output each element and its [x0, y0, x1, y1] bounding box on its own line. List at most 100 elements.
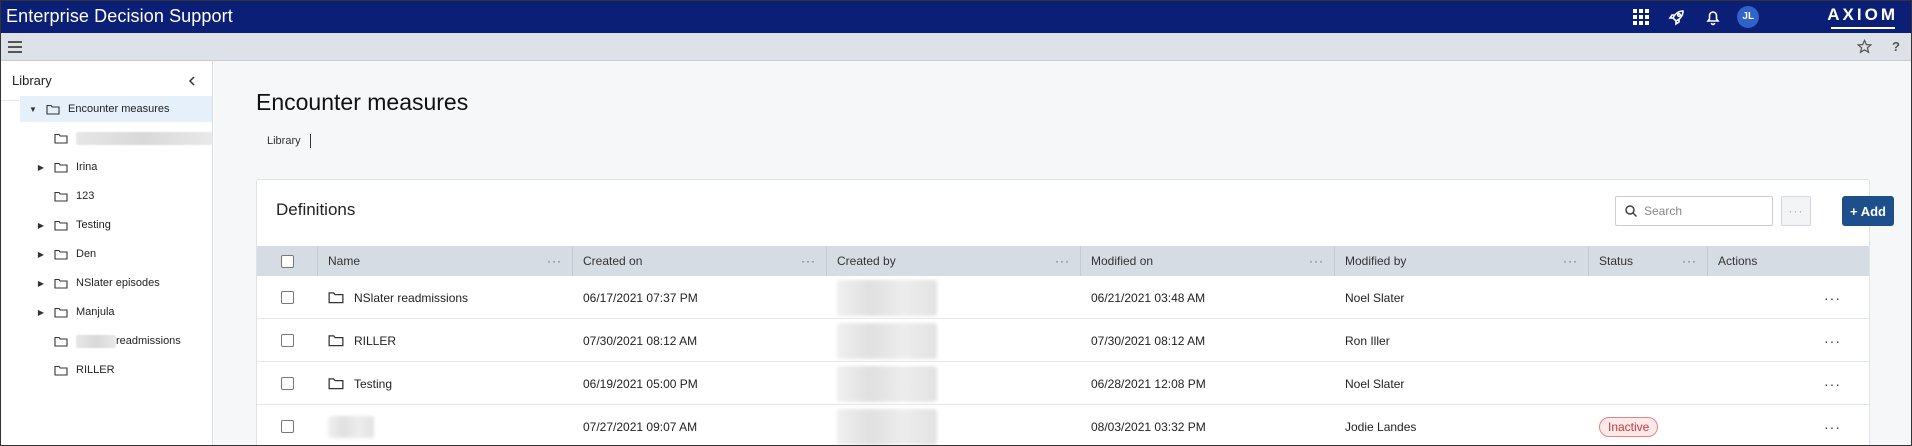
apps-grid-icon[interactable]	[1623, 0, 1659, 33]
table-row[interactable]: 07/27/2021 09:07 AM 08/03/2021 03:32 PM Jo…	[257, 405, 1869, 446]
status-cell	[1589, 319, 1708, 362]
status-cell: Inactive	[1589, 405, 1708, 446]
hamburger-menu-icon[interactable]	[0, 33, 30, 61]
column-header-created-on[interactable]: Created on ···	[573, 246, 827, 276]
folder-icon	[328, 334, 344, 347]
rocket-icon[interactable]	[1659, 0, 1695, 33]
row-checkbox[interactable]	[281, 291, 294, 304]
caret-right-icon[interactable]: ▶	[36, 221, 46, 230]
column-header-modified-on[interactable]: Modified on ···	[1081, 246, 1335, 276]
caret-down-icon[interactable]: ▼	[28, 105, 38, 114]
user-avatar[interactable]: JL	[1737, 5, 1760, 28]
row-name[interactable]: Testing	[354, 377, 392, 391]
table-header: Name ··· Created on ··· Created by ··· Modi…	[257, 246, 1869, 276]
brand-logo: AXIOM	[1767, 5, 1912, 29]
row-actions-menu-icon[interactable]: ···	[1824, 376, 1841, 392]
breadcrumb-library[interactable]: Library	[267, 135, 301, 147]
caret-right-icon[interactable]: ▶	[36, 250, 46, 259]
column-header-name[interactable]: Name ···	[318, 246, 573, 276]
row-checkbox[interactable]	[281, 377, 294, 390]
breadcrumb: Library	[267, 134, 311, 148]
created-on-cell: 06/17/2021 07:37 PM	[583, 290, 698, 305]
row-checkbox[interactable]	[281, 334, 294, 347]
sidebar-item-label: Den	[76, 248, 97, 260]
app-header: Enterprise Decision Support JL AXIOM	[0, 0, 1912, 33]
actions-cell: ···	[1708, 276, 1869, 319]
row-name[interactable]: RILLER	[354, 334, 396, 348]
bell-icon[interactable]	[1695, 0, 1731, 33]
folder-icon	[54, 133, 68, 144]
column-header-created-by[interactable]: Created by ···	[827, 246, 1081, 276]
name-cell[interactable]: RILLER	[318, 319, 573, 362]
sidebar-title: Library	[12, 73, 52, 88]
sidebar-item[interactable]: ▼ Encounter measures	[20, 96, 212, 122]
sidebar-item-label: Manjula	[76, 306, 115, 318]
row-actions-menu-icon[interactable]: ···	[1824, 419, 1841, 435]
row-actions-menu-icon[interactable]: ···	[1824, 290, 1841, 306]
column-menu-icon[interactable]: ···	[1682, 254, 1697, 268]
name-cell[interactable]: Testing	[318, 362, 573, 405]
sidebar-item[interactable]: ▶ Testing	[0, 212, 212, 238]
status-cell	[1589, 362, 1708, 405]
column-header-actions: Actions	[1718, 254, 1758, 268]
sidebar-item[interactable]: ▶ Den	[0, 241, 212, 267]
table-row[interactable]: RILLER 07/30/2021 08:12 AM 07/30/2021 08:1…	[257, 319, 1869, 362]
folder-icon	[54, 365, 68, 376]
row-select-cell	[257, 319, 318, 362]
more-options-button[interactable]: ···	[1781, 196, 1811, 226]
column-header-status[interactable]: Status ···	[1589, 246, 1708, 276]
star-icon[interactable]	[1848, 33, 1880, 61]
app-title: Enterprise Decision Support	[6, 6, 233, 26]
sidebar-item[interactable]: RILLER	[0, 357, 212, 383]
actions-cell: ···	[1708, 319, 1869, 362]
sidebar-item-label: readmissions	[116, 335, 181, 347]
folder-icon	[46, 104, 60, 115]
column-menu-icon[interactable]: ···	[1563, 254, 1578, 268]
sidebar-item-label: 123	[76, 190, 95, 202]
redacted-name	[328, 415, 374, 438]
modified-on-cell: 06/21/2021 03:48 AM	[1091, 290, 1206, 305]
sidebar-item[interactable]: 123	[0, 183, 212, 209]
sidebar-item[interactable]: ▶ Irina	[0, 154, 212, 180]
created-on-cell: 06/19/2021 05:00 PM	[583, 376, 698, 391]
column-header-modified-by[interactable]: Modified by ···	[1335, 246, 1589, 276]
collapse-sidebar-icon[interactable]	[184, 73, 200, 89]
sidebar-item-label: Irina	[76, 161, 98, 173]
sidebar-item[interactable]: ▶ NSlater episodes	[0, 270, 212, 296]
column-menu-icon[interactable]: ···	[801, 254, 816, 268]
row-select-cell	[257, 405, 318, 446]
name-cell[interactable]: NSlater readmissions	[318, 276, 573, 319]
table-row[interactable]: NSlater readmissions 06/17/2021 07:37 PM 0…	[257, 276, 1869, 319]
column-menu-icon[interactable]: ···	[547, 254, 562, 268]
sidebar-item[interactable]: ▶ Manjula	[0, 299, 212, 325]
column-menu-icon[interactable]: ···	[1055, 254, 1070, 268]
redacted-user	[837, 279, 937, 316]
select-all-checkbox[interactable]	[280, 254, 294, 268]
sidebar-item[interactable]	[0, 125, 212, 151]
caret-right-icon[interactable]: ▶	[36, 308, 46, 317]
row-name[interactable]: NSlater readmissions	[354, 291, 468, 305]
redacted-label	[75, 131, 212, 145]
add-button[interactable]: + Add	[1842, 196, 1894, 226]
actions-cell: ···	[1708, 405, 1869, 446]
search-input[interactable]: Search	[1615, 196, 1773, 226]
brand-name: AXIOM	[1827, 4, 1898, 24]
caret-right-icon[interactable]: ▶	[36, 279, 46, 288]
column-menu-icon[interactable]: ···	[1309, 254, 1324, 268]
sidebar-item[interactable]: readmissions	[0, 328, 212, 354]
row-checkbox[interactable]	[281, 420, 294, 433]
caret-right-icon[interactable]: ▶	[36, 163, 46, 172]
search-placeholder: Search	[1644, 204, 1683, 218]
created-on-cell: 07/27/2021 09:07 AM	[583, 419, 698, 434]
table-row[interactable]: Testing 06/19/2021 05:00 PM 06/28/2021 12:…	[257, 362, 1869, 405]
redacted-user	[837, 365, 937, 402]
row-actions-menu-icon[interactable]: ···	[1824, 333, 1841, 349]
actions-cell: ···	[1708, 362, 1869, 405]
folder-icon	[54, 220, 68, 231]
sidebar-item-label: Encounter measures	[68, 103, 170, 115]
sidebar-item-label: Testing	[76, 219, 111, 231]
folder-icon	[54, 191, 68, 202]
sidebar-item-label: RILLER	[76, 364, 115, 376]
name-cell[interactable]	[318, 405, 573, 446]
help-icon[interactable]: ?	[1880, 33, 1912, 61]
